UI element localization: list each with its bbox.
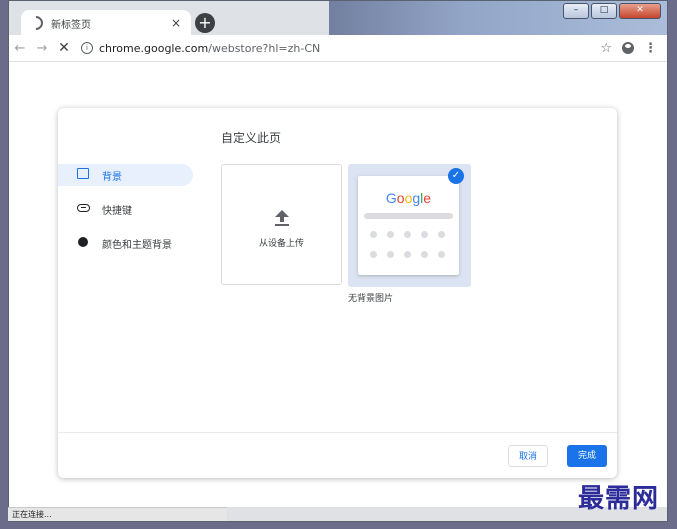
stop-button[interactable]: ✕ — [53, 40, 75, 56]
minimize-button[interactable]: – — [563, 3, 589, 19]
loading-spinner-icon — [26, 13, 46, 33]
no-background-tile[interactable]: Google ✓ — [348, 164, 471, 287]
dialog-footer: 取消 完成 — [58, 432, 617, 478]
no-background-label: 无背景图片 — [348, 294, 394, 304]
menu-item-background[interactable]: 背景 — [58, 164, 193, 186]
close-window-button[interactable]: ✕ — [619, 3, 661, 19]
menu-item-label: 背景 — [102, 171, 122, 183]
menu-item-label: 快捷键 — [102, 205, 132, 217]
logo-letter: e — [423, 190, 432, 206]
back-button[interactable]: ← — [9, 41, 31, 56]
forward-button[interactable]: → — [31, 41, 53, 56]
browser-window: 新标签页 × + – □ ✕ ← → ✕ i chrome.google.com… — [8, 0, 668, 522]
new-tab-preview: Google — [358, 176, 459, 275]
customize-menu: 背景 快捷键 颜色和主题背景 — [58, 164, 193, 266]
link-icon — [76, 203, 90, 212]
upload-label: 从设备上传 — [258, 239, 304, 249]
palette-icon — [78, 236, 88, 247]
menu-item-colors-themes[interactable]: 颜色和主题背景 — [58, 232, 193, 254]
image-icon — [77, 168, 89, 179]
url-path: /webstore?hl=zh-CN — [208, 41, 321, 55]
profile-icon[interactable] — [622, 42, 634, 54]
address-bar[interactable]: i chrome.google.com/webstore?hl=zh-CN — [81, 38, 600, 58]
preview-search-bar — [364, 213, 453, 219]
logo-letter: G — [385, 190, 397, 206]
menu-item-shortcuts[interactable]: 快捷键 — [58, 198, 193, 220]
selected-check-icon: ✓ — [448, 168, 464, 184]
logo-letter: o — [396, 190, 405, 206]
cancel-button[interactable]: 取消 — [508, 445, 548, 467]
dialog-title: 自定义此页 — [221, 131, 282, 145]
browser-toolbar: ← → ✕ i chrome.google.com/webstore?hl=zh… — [9, 35, 667, 61]
menu-icon[interactable]: ⋮ — [644, 41, 657, 56]
title-bar: 新标签页 × + – □ ✕ — [9, 1, 667, 36]
menu-item-label: 颜色和主题背景 — [102, 239, 172, 251]
status-bar: 正在连接... — [8, 507, 227, 521]
bookmark-star-icon[interactable]: ☆ — [600, 41, 612, 56]
window-controls: – □ ✕ — [563, 3, 661, 19]
page-content: 自定义此页 背景 快捷键 颜色和主题背景 从设备上传 Google ✓ 无背景图… — [9, 61, 667, 507]
maximize-button[interactable]: □ — [591, 3, 617, 19]
watermark-logo: 最需网 — [577, 484, 659, 514]
upload-icon — [275, 210, 289, 226]
tab-new-tab[interactable]: 新标签页 × — [21, 10, 191, 36]
new-tab-button[interactable]: + — [195, 13, 215, 33]
tab-close-icon[interactable]: × — [169, 16, 183, 30]
upload-from-device-tile[interactable]: 从设备上传 — [221, 164, 342, 285]
logo-letter: g — [412, 190, 421, 206]
done-button[interactable]: 完成 — [567, 445, 607, 467]
customize-dialog: 自定义此页 背景 快捷键 颜色和主题背景 从设备上传 Google ✓ 无背景图… — [58, 108, 617, 478]
url-host: chrome.google.com — [99, 41, 209, 55]
info-icon[interactable]: i — [81, 42, 93, 54]
google-logo: Google — [358, 190, 459, 206]
preview-shortcut-dots — [370, 231, 452, 271]
tab-title: 新标签页 — [51, 19, 91, 31]
